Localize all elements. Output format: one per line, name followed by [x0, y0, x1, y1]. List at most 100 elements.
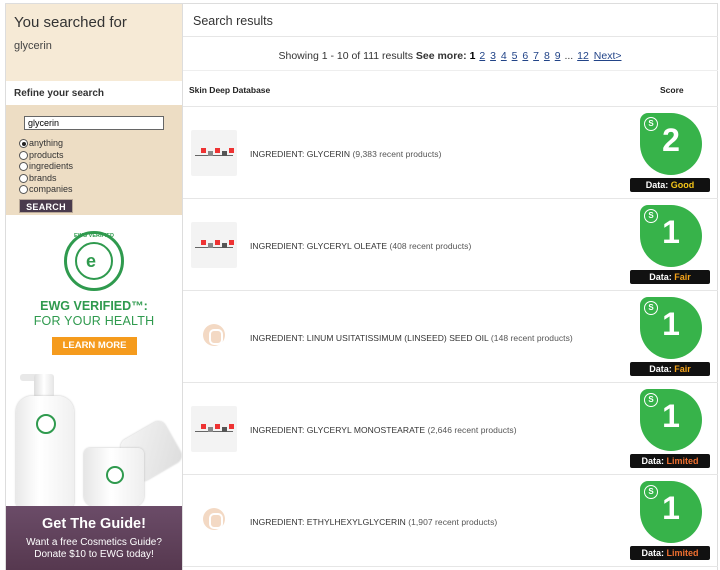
data-level: Fair: [674, 272, 691, 282]
ewg-verified-seal-icon: EWG VERIFIED e: [64, 231, 124, 291]
page-link[interactable]: 7: [533, 50, 539, 62]
data-availability-badge: Data: Limited: [630, 546, 710, 560]
radio-icon[interactable]: [19, 139, 28, 149]
column-score: Score: [660, 85, 684, 95]
result-row[interactable]: INGREDIENT: LINUM USITATISSIMUM (LINSEED…: [183, 291, 718, 383]
page-ellipsis: ...: [564, 50, 574, 62]
data-level: Limited: [666, 548, 699, 558]
data-availability-badge: Data: Good: [630, 178, 710, 192]
result-row[interactable]: INGREDIENT: GLYCERYL OLEATE (408 recent …: [183, 199, 718, 291]
search-button[interactable]: SEARCH: [19, 198, 73, 213]
results-title: Search results: [183, 4, 718, 37]
ingredient-name: INGREDIENT: LINUM USITATISSIMUM (LINSEED…: [250, 333, 489, 343]
data-level: Good: [670, 180, 695, 190]
data-availability-badge: Data: Fair: [630, 362, 710, 376]
jar-logo-icon: [106, 466, 124, 484]
results-count: Showing 1 - 10 of 111 results: [278, 50, 413, 62]
searched-query: glycerin: [14, 40, 52, 52]
ingredient-link[interactable]: INGREDIENT: LINUM USITATISSIMUM (LINSEED…: [250, 333, 573, 343]
next-page-link[interactable]: Next>: [594, 50, 622, 62]
hazard-score-badge[interactable]: S1: [640, 297, 702, 359]
ad-subtitle: FOR YOUR HEALTH: [33, 314, 155, 328]
page-link[interactable]: 3: [490, 50, 496, 62]
ingredient-name: INGREDIENT: GLYCERIN: [250, 149, 351, 159]
score-value: 1: [662, 214, 680, 250]
ingredient-link[interactable]: INGREDIENT: GLYCERYL OLEATE (408 recent …: [250, 241, 471, 251]
data-label: Data:: [641, 456, 664, 466]
data-label: Data:: [649, 364, 672, 374]
score-value: 1: [662, 398, 680, 434]
refine-option-label: anything: [29, 138, 64, 149]
ingredient-link[interactable]: INGREDIENT: ETHYLHEXYLGLYCERIN (1,907 re…: [250, 517, 497, 527]
ingredient-name: INGREDIENT: ETHYLHEXYLGLYCERIN: [250, 517, 406, 527]
refine-option-label: companies: [29, 184, 73, 195]
ewg-verified-ad[interactable]: EWG VERIFIED e EWG VERIFIED™: FOR YOUR H…: [6, 216, 182, 570]
ingredient-link[interactable]: INGREDIENT: GLYCERIN (9,383 recent produ…: [250, 149, 441, 159]
refine-option-label: ingredients: [29, 161, 74, 172]
ad-title: EWG VERIFIED™:: [40, 299, 148, 313]
product-count: (9,383 recent products): [352, 149, 442, 159]
refine-option-label: products: [29, 149, 64, 160]
pagination: Showing 1 - 10 of 111 results See more: …: [183, 37, 718, 70]
ingredient-name: INGREDIENT: GLYCERYL OLEATE: [250, 241, 388, 251]
searched-for-heading: You searched for: [14, 14, 127, 31]
ingredient-link[interactable]: INGREDIENT: GLYCERYL MONOSTEARATE (2,646…: [250, 425, 517, 435]
hazard-score-badge[interactable]: S2: [640, 113, 702, 175]
results-panel: Search results Showing 1 - 10 of 111 res…: [182, 4, 718, 570]
product-count: (148 recent products): [490, 333, 573, 343]
lotion-bottle-image: [16, 396, 74, 508]
data-label: Data:: [641, 548, 664, 558]
page-links: 2 3 4 5 6 7 8 9: [478, 50, 564, 62]
page-link[interactable]: 8: [544, 50, 550, 62]
page-link[interactable]: 5: [512, 50, 518, 62]
no-image-placeholder-icon: [203, 324, 225, 346]
refine-search-input[interactable]: [24, 116, 164, 130]
page-link[interactable]: 6: [522, 50, 528, 62]
page-link[interactable]: 2: [479, 50, 485, 62]
no-image-placeholder-icon: [203, 508, 225, 530]
data-level: Limited: [666, 456, 699, 466]
hazard-score-badge[interactable]: S1: [640, 389, 702, 451]
refine-title: Refine your search: [6, 81, 182, 105]
product-count: (2,646 recent products): [427, 425, 517, 435]
molecule-thumbnail[interactable]: [191, 130, 237, 176]
data-availability-badge: Data: Fair: [630, 270, 710, 284]
score-value: 1: [662, 306, 680, 342]
hazard-score-badge[interactable]: S1: [640, 205, 702, 267]
page-link-last[interactable]: 12: [577, 50, 589, 62]
data-availability-badge: Data: Limited: [630, 454, 710, 468]
ingredient-name: INGREDIENT: GLYCERYL MONOSTEARATE: [250, 425, 426, 435]
molecule-thumbnail[interactable]: [191, 222, 237, 268]
results-header: Skin Deep Database Score: [183, 70, 718, 107]
page-link[interactable]: 4: [501, 50, 507, 62]
radio-icon[interactable]: [19, 150, 28, 160]
learn-more-button[interactable]: LEARN MORE: [52, 337, 137, 355]
sidebar: You searched for glycerin Refine your se…: [6, 4, 182, 570]
page-link[interactable]: 9: [555, 50, 561, 62]
pump-head: [34, 374, 54, 398]
result-row[interactable]: INGREDIENT: GLYCERYL MONOSTEARATE (2,646…: [183, 383, 718, 475]
refine-form: anythingproductsingredientsbrandscompani…: [6, 105, 182, 215]
radio-icon[interactable]: [19, 173, 28, 183]
column-database: Skin Deep Database: [189, 85, 271, 95]
radio-icon[interactable]: [19, 185, 28, 195]
result-row[interactable]: INGREDIENT: ETHYLHEXYLGLYCERIN (1,907 re…: [183, 475, 718, 567]
searched-for-panel: You searched for glycerin: [6, 4, 182, 81]
seal-text: EWG VERIFIED: [73, 233, 115, 239]
hazard-score-badge[interactable]: S1: [640, 481, 702, 543]
refine-option-anything[interactable]: anything: [19, 138, 182, 150]
refine-option-products[interactable]: products: [19, 150, 182, 162]
refine-options: anything products ingredients brands compani…: [19, 138, 182, 196]
radio-icon[interactable]: [19, 162, 28, 172]
refine-option-ingredients[interactable]: ingredients: [19, 161, 182, 173]
result-row[interactable]: INGREDIENT: GLYCERIN (9,383 recent produ…: [183, 107, 718, 199]
get-the-guide-banner[interactable]: Get The Guide! Want a free Cosmetics Gui…: [6, 506, 182, 570]
molecule-thumbnail[interactable]: [191, 406, 237, 452]
refine-option-brands[interactable]: brands: [19, 173, 182, 185]
bottle-logo-icon: [36, 414, 56, 434]
page-frame: You searched for glycerin Refine your se…: [5, 3, 718, 570]
data-level: Fair: [674, 364, 691, 374]
guide-title: Get The Guide!: [42, 516, 146, 532]
refine-option-companies[interactable]: companies: [19, 184, 182, 196]
product-count: (1,907 recent products): [408, 517, 498, 527]
